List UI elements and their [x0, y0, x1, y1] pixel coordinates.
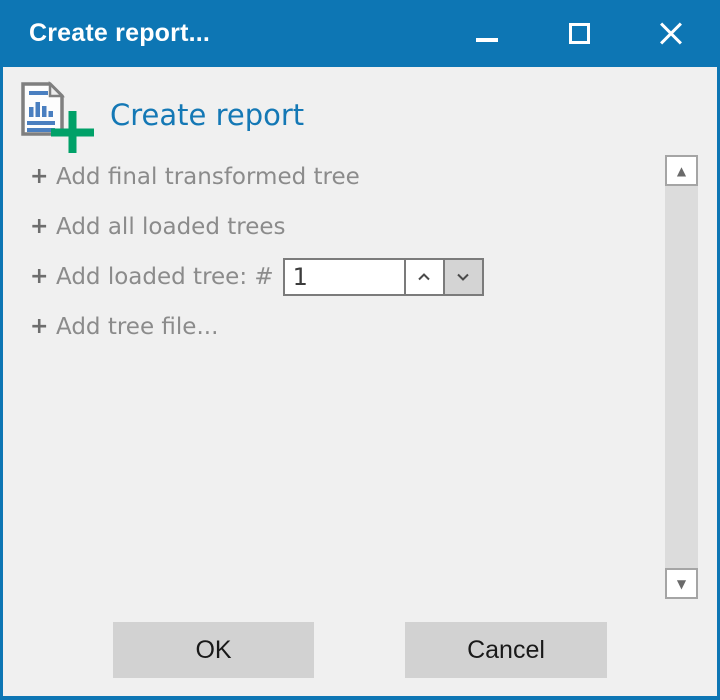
vertical-scrollbar: ▲ ▼ — [665, 155, 698, 599]
scroll-down-icon: ▼ — [677, 577, 686, 591]
option-add-loaded-tree-number[interactable]: + Add loaded tree: # — [30, 252, 484, 302]
plus-icon: + — [30, 266, 56, 288]
option-label: Add final transformed tree — [56, 164, 360, 190]
titlebar: Create report... — [0, 0, 720, 67]
create-report-dialog: Create report... Create report + Add fin… — [0, 0, 720, 700]
option-label: Add loaded tree: # — [56, 264, 274, 290]
close-button[interactable] — [640, 0, 702, 67]
chevron-down-icon — [454, 269, 472, 285]
maximize-icon — [569, 23, 590, 44]
minimize-icon — [476, 38, 498, 42]
options-list: + Add final transformed tree + Add all l… — [30, 152, 484, 352]
option-add-final-transformed-tree[interactable]: + Add final transformed tree — [30, 152, 484, 202]
spin-up-button[interactable] — [404, 260, 443, 294]
plus-icon: + — [30, 316, 56, 338]
option-add-tree-file[interactable]: + Add tree file... — [30, 302, 484, 352]
plus-icon: + — [30, 166, 56, 188]
cancel-button[interactable]: Cancel — [405, 622, 607, 678]
scroll-up-icon: ▲ — [677, 164, 686, 178]
spin-down-button[interactable] — [443, 260, 482, 294]
scroll-up-button[interactable]: ▲ — [665, 155, 698, 186]
tree-number-spinbox — [283, 258, 484, 296]
report-document-add-icon — [20, 81, 98, 153]
minimize-button[interactable] — [456, 0, 518, 67]
scroll-down-button[interactable]: ▼ — [665, 568, 698, 599]
tree-number-input[interactable] — [285, 260, 404, 294]
scrollbar-track[interactable] — [665, 186, 698, 568]
window-border-left — [0, 67, 3, 700]
close-icon — [657, 20, 685, 48]
plus-icon: + — [30, 216, 56, 238]
chevron-up-icon — [415, 269, 433, 285]
ok-button[interactable]: OK — [113, 622, 314, 678]
window-title: Create report... — [0, 19, 210, 48]
maximize-button[interactable] — [548, 0, 610, 67]
option-label: Add tree file... — [56, 314, 218, 340]
option-label: Add all loaded trees — [56, 214, 286, 240]
window-border-bottom — [0, 696, 720, 700]
option-add-all-loaded-trees[interactable]: + Add all loaded trees — [30, 202, 484, 252]
page-title: Create report — [110, 98, 304, 132]
